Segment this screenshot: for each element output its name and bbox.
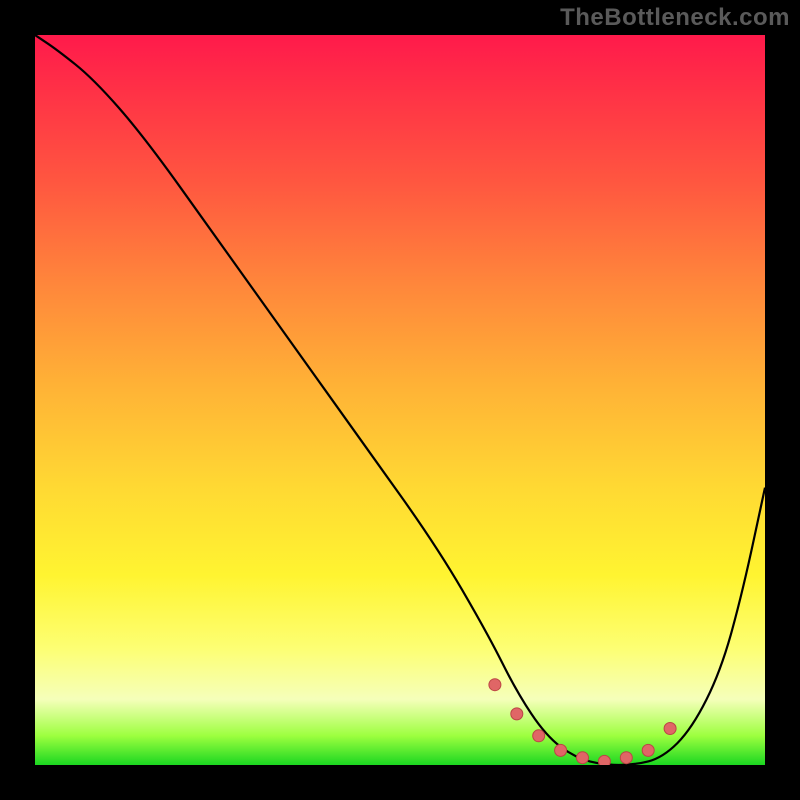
bottleneck-curve	[35, 35, 765, 765]
marker-dot	[620, 752, 632, 764]
marker-dot	[664, 723, 676, 735]
chart-frame: TheBottleneck.com	[0, 0, 800, 800]
chart-svg	[35, 35, 765, 765]
marker-dot	[489, 679, 501, 691]
watermark-text: TheBottleneck.com	[560, 4, 790, 32]
plot-area	[35, 35, 765, 765]
highlight-markers	[489, 679, 676, 765]
marker-dot	[598, 755, 610, 765]
marker-dot	[642, 744, 654, 756]
marker-dot	[577, 752, 589, 764]
marker-dot	[533, 730, 545, 742]
marker-dot	[511, 708, 523, 720]
marker-dot	[555, 744, 567, 756]
